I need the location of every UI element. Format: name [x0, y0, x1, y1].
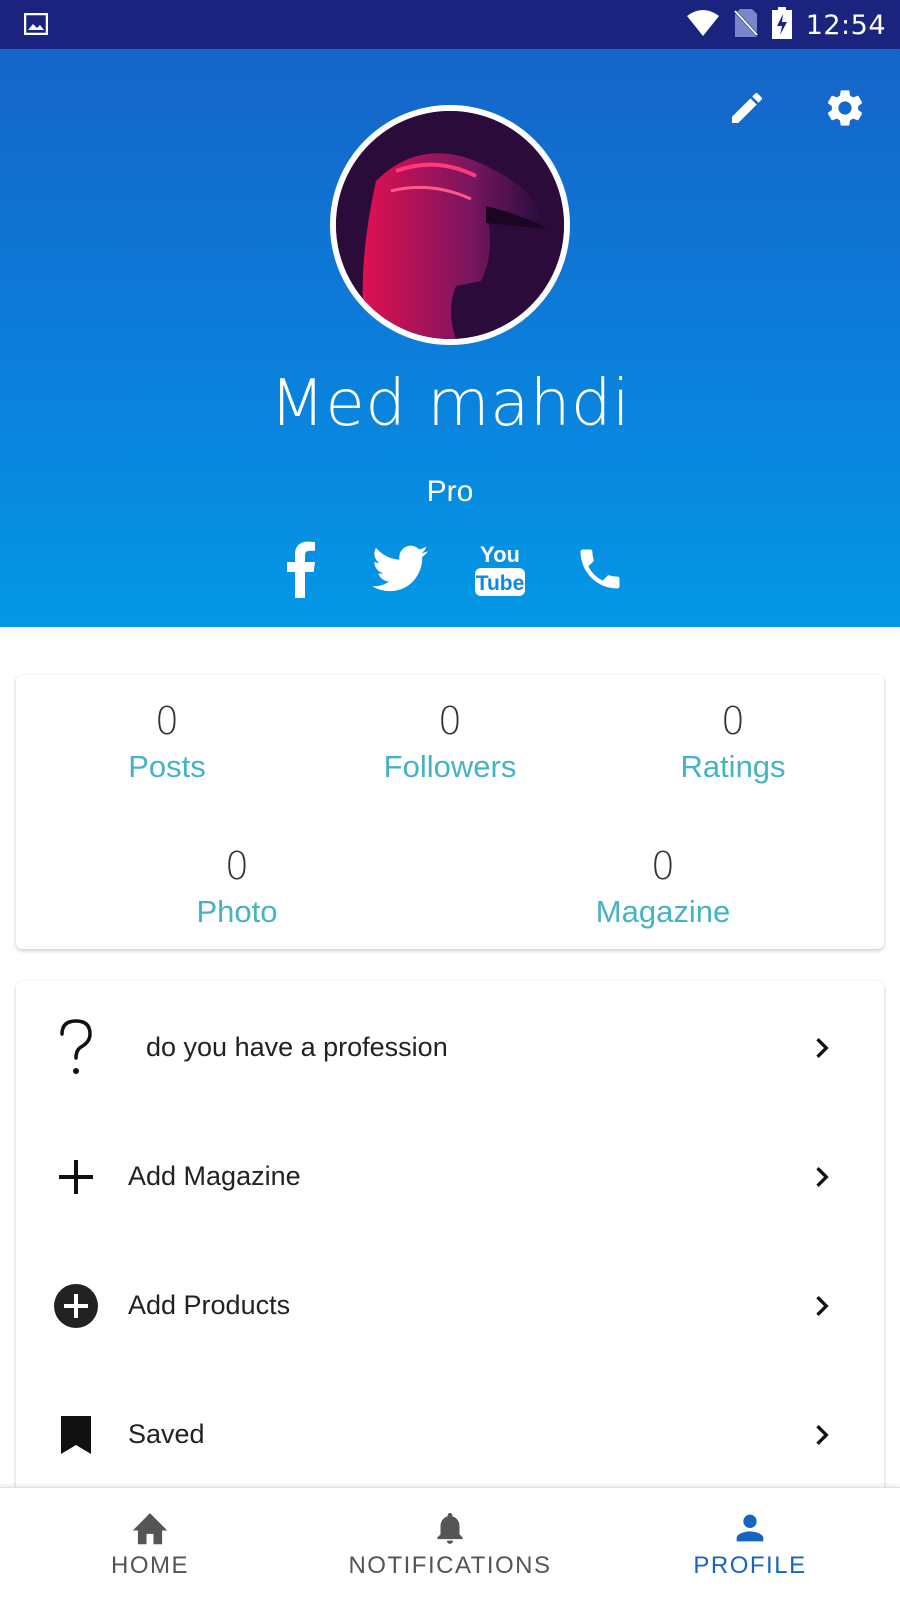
youtube-icon: You Tube — [475, 542, 525, 596]
stat-value: 0 — [224, 844, 250, 888]
profile-name: Med mahdi — [269, 367, 631, 441]
stat-value: 0 — [650, 844, 676, 888]
stat-photo[interactable]: 0 Photo — [117, 844, 357, 930]
status-bar: 12:54 — [0, 0, 900, 49]
bookmark-icon — [46, 1405, 106, 1465]
phone-icon — [580, 549, 620, 589]
menu-card: do you have a profession Add Magazine Ad… — [16, 981, 884, 1501]
nav-label: NOTIFICATIONS — [348, 1552, 552, 1579]
pencil-icon — [732, 92, 763, 123]
social-links: You Tube — [0, 539, 900, 599]
settings-button[interactable] — [818, 81, 872, 135]
menu-label: Add Magazine — [128, 1161, 301, 1191]
stat-value: 0 — [154, 699, 180, 743]
menu-item-profession[interactable]: do you have a profession — [16, 988, 884, 1108]
nav-label: PROFILE — [693, 1552, 807, 1579]
facebook-button[interactable] — [272, 539, 328, 599]
nav-label: HOME — [111, 1552, 189, 1579]
stat-magazine[interactable]: 0 Magazine — [543, 844, 783, 930]
bell-icon — [437, 1512, 463, 1544]
stat-value: 0 — [437, 699, 463, 743]
add-circle-icon — [46, 1276, 106, 1336]
stat-label: Followers — [383, 749, 517, 784]
menu-label: do you have a profession — [146, 1032, 448, 1062]
stat-ratings[interactable]: 0 Ratings — [613, 699, 853, 785]
avatar-photo — [336, 111, 564, 339]
svg-text:Tube: Tube — [476, 572, 525, 595]
menu-item-add-products[interactable]: Add Products — [16, 1246, 884, 1366]
menu-label: Saved — [128, 1419, 205, 1449]
wifi-icon — [686, 9, 720, 42]
menu-label: Add Products — [128, 1290, 291, 1320]
question-mark-icon — [46, 1018, 106, 1078]
nav-notifications[interactable]: NOTIFICATIONS — [300, 1488, 600, 1600]
gear-icon — [827, 90, 863, 126]
chevron-right-icon — [816, 1167, 829, 1187]
edit-button[interactable] — [722, 83, 772, 133]
battery-charging-icon — [771, 6, 792, 44]
chevron-right-icon — [816, 1425, 829, 1445]
stat-label: Posts — [128, 749, 206, 784]
menu-item-saved[interactable]: Saved — [16, 1375, 884, 1495]
status-time: 12:54 — [805, 9, 886, 41]
phone-button[interactable] — [572, 539, 628, 599]
nav-profile[interactable]: PROFILE — [600, 1488, 900, 1600]
avatar[interactable] — [330, 105, 570, 345]
twitter-button[interactable] — [372, 539, 428, 599]
plus-icon — [46, 1147, 106, 1207]
facebook-icon — [287, 541, 315, 598]
stat-label: Magazine — [595, 894, 731, 929]
stat-value: 0 — [720, 699, 746, 743]
gallery-notification-icon — [23, 12, 49, 40]
menu-item-add-magazine[interactable]: Add Magazine — [16, 1117, 884, 1237]
stat-followers[interactable]: 0 Followers — [330, 699, 570, 785]
svg-text:You: You — [480, 542, 520, 567]
profile-header: Med mahdi Pro You Tube — [0, 49, 900, 627]
chevron-right-icon — [816, 1038, 829, 1058]
stat-label: Ratings — [680, 749, 786, 784]
no-sim-icon — [732, 8, 759, 43]
stats-card: 0 Posts 0 Followers 0 Ratings 0 Photo 0 … — [16, 675, 884, 949]
profile-role: Pro — [426, 475, 474, 508]
twitter-icon — [372, 545, 428, 592]
youtube-button[interactable]: You Tube — [472, 539, 528, 599]
home-icon — [132, 1513, 168, 1545]
chevron-right-icon — [816, 1296, 829, 1316]
stat-label: Photo — [196, 894, 278, 929]
nav-home[interactable]: HOME — [0, 1488, 300, 1600]
person-icon — [736, 1514, 764, 1542]
stat-posts[interactable]: 0 Posts — [47, 699, 287, 785]
bottom-navigation: HOME NOTIFICATIONS PROFILE — [0, 1487, 900, 1600]
